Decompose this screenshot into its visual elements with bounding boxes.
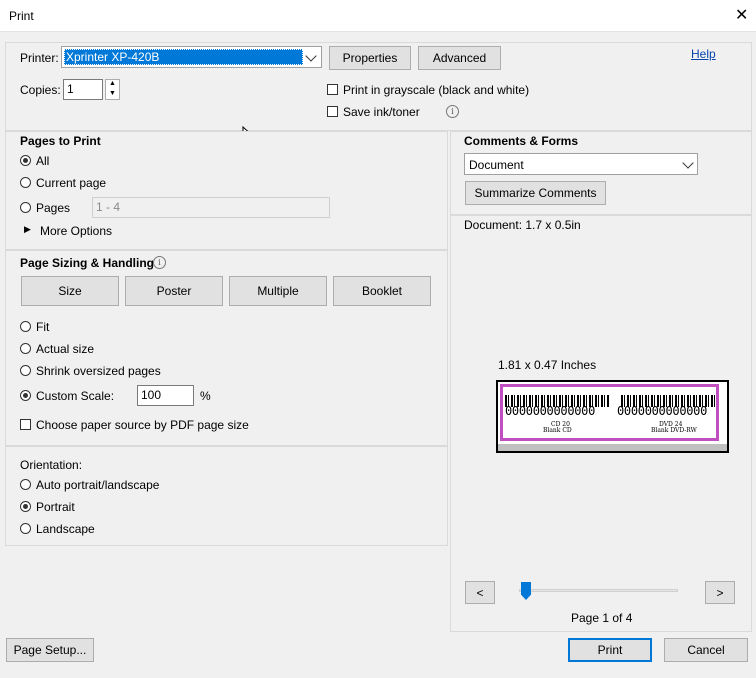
- help-link[interactable]: Help: [691, 47, 716, 61]
- printer-select-value: Xprinter XP-420B: [66, 50, 160, 64]
- paper-source-label: Choose paper source by PDF page size: [36, 418, 249, 432]
- more-options-link[interactable]: More Options: [40, 224, 112, 238]
- portrait-label: Portrait: [36, 500, 75, 514]
- pages-to-print-header: Pages to Print: [20, 134, 101, 148]
- page-setup-button[interactable]: Page Setup...: [6, 638, 94, 662]
- properties-button[interactable]: Properties: [329, 46, 411, 70]
- document-size-label: Document: 1.7 x 0.5in: [464, 218, 581, 232]
- actual-size-label: Actual size: [36, 342, 95, 356]
- shrink-oversized-label: Shrink oversized pages: [36, 364, 161, 378]
- portrait-radio[interactable]: [20, 501, 31, 512]
- custom-scale-radio[interactable]: [20, 390, 31, 401]
- pages-range-input[interactable]: 1 - 4: [92, 197, 330, 218]
- scale-unit-label: %: [200, 389, 211, 403]
- pages-range-radio[interactable]: [20, 202, 31, 213]
- custom-scale-input[interactable]: 100: [137, 385, 194, 406]
- barcode-right-digits: 0000000000000: [617, 404, 708, 418]
- booklet-button[interactable]: Booklet: [333, 276, 431, 306]
- grayscale-checkbox[interactable]: [327, 84, 338, 95]
- print-button[interactable]: Print: [568, 638, 652, 662]
- current-page-label: Current page: [36, 176, 107, 190]
- page-slider-track[interactable]: [519, 589, 678, 592]
- label-preview: 0000000000000 CD 20 Blank CD 00000000000…: [500, 384, 719, 441]
- auto-orientation-label: Auto portrait/landscape: [36, 478, 160, 492]
- actual-size-radio[interactable]: [20, 343, 31, 354]
- copies-stepper[interactable]: ▲ ▼: [105, 79, 120, 100]
- current-page-radio[interactable]: [20, 177, 31, 188]
- summarize-comments-button[interactable]: Summarize Comments: [465, 181, 606, 205]
- label-left-line2: Blank CD: [543, 427, 572, 434]
- advanced-button[interactable]: Advanced: [418, 46, 501, 70]
- save-ink-label: Save ink/toner: [343, 105, 420, 119]
- custom-scale-label: Custom Scale:: [36, 389, 115, 403]
- page-indicator: Page 1 of 4: [571, 611, 633, 625]
- expand-triangle-icon[interactable]: ▶: [24, 224, 31, 235]
- fit-label: Fit: [36, 320, 50, 334]
- size-button[interactable]: Size: [21, 276, 119, 306]
- pages-all-radio[interactable]: [20, 155, 31, 166]
- copies-input[interactable]: 1: [63, 79, 103, 100]
- info-icon[interactable]: i: [446, 105, 459, 118]
- window-title: Print: [9, 9, 34, 23]
- landscape-radio[interactable]: [20, 523, 31, 534]
- poster-button[interactable]: Poster: [125, 276, 223, 306]
- shrink-oversized-radio[interactable]: [20, 365, 31, 376]
- pages-all-label: All: [36, 154, 50, 168]
- paper-size-label: 1.81 x 0.47 Inches: [498, 358, 597, 372]
- close-icon[interactable]: ✕: [735, 5, 748, 25]
- comments-forms-value: Document: [469, 158, 524, 172]
- barcode-left-digits: 0000000000000: [505, 404, 596, 418]
- stepper-down-icon[interactable]: ▼: [109, 90, 116, 97]
- preview-page: 0000000000000 CD 20 Blank CD 00000000000…: [496, 380, 729, 453]
- multiple-button[interactable]: Multiple: [229, 276, 327, 306]
- save-ink-checkbox[interactable]: [327, 106, 338, 117]
- printer-select[interactable]: Xprinter XP-420B: [61, 46, 322, 68]
- fit-radio[interactable]: [20, 321, 31, 332]
- chevron-down-icon: [682, 157, 694, 169]
- cancel-button[interactable]: Cancel: [664, 638, 748, 662]
- chevron-down-icon: [305, 50, 317, 62]
- previous-page-button[interactable]: <: [465, 581, 495, 604]
- comments-forms-select[interactable]: Document: [464, 153, 698, 175]
- grayscale-label: Print in grayscale (black and white): [343, 83, 530, 97]
- sizing-info-icon[interactable]: i: [153, 256, 166, 269]
- stepper-up-icon[interactable]: ▲: [109, 80, 116, 87]
- copies-label: Copies:: [20, 83, 61, 97]
- comments-forms-header: Comments & Forms: [464, 134, 579, 148]
- landscape-label: Landscape: [36, 522, 95, 536]
- printer-label: Printer:: [20, 51, 59, 65]
- pages-range-label: Pages: [36, 201, 71, 215]
- page-sizing-header: Page Sizing & Handling: [20, 256, 155, 270]
- next-page-button[interactable]: >: [705, 581, 735, 604]
- title-bar: Print ✕: [0, 0, 756, 32]
- auto-orientation-radio[interactable]: [20, 479, 31, 490]
- paper-source-checkbox[interactable]: [20, 419, 31, 430]
- label-right-line2: Blank DVD-RW: [651, 427, 697, 434]
- orientation-header: Orientation:: [20, 458, 83, 472]
